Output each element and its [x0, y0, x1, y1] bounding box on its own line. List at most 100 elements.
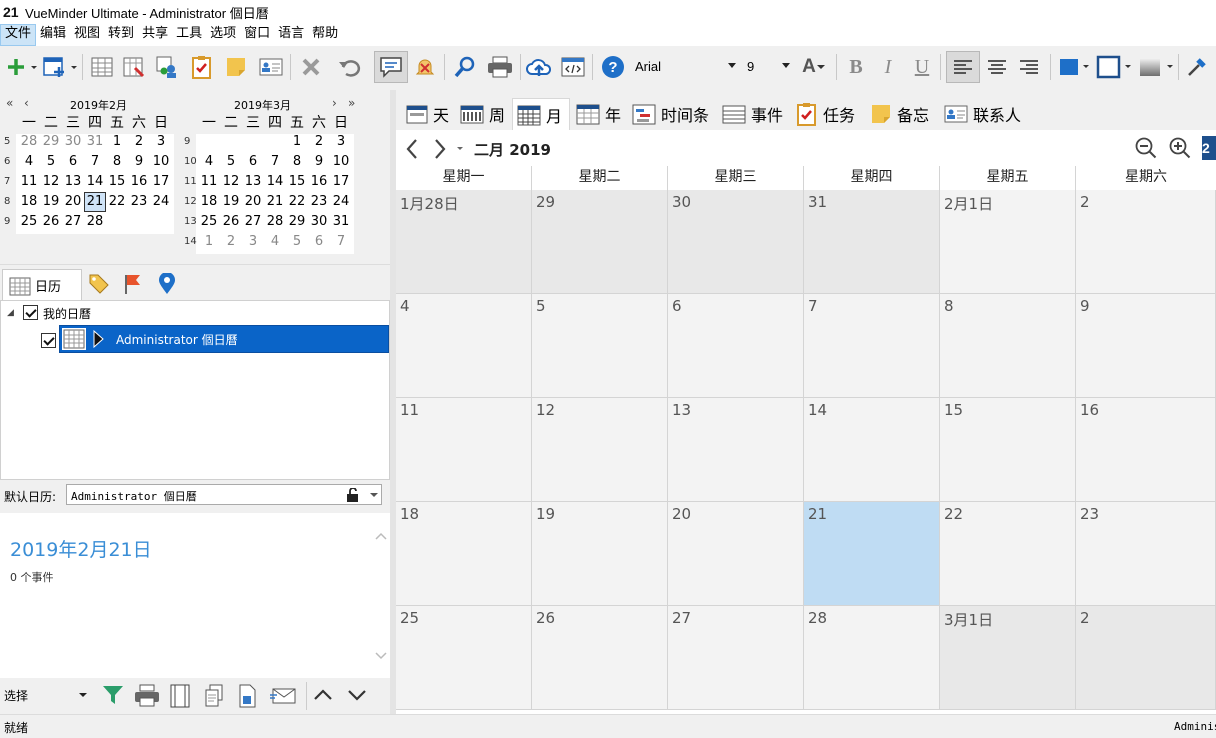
mini-calendar-day[interactable]: 28	[264, 212, 286, 232]
mini-calendar-day[interactable]: 8	[286, 152, 308, 172]
today-icon[interactable]: 2	[1202, 136, 1216, 160]
day-cell[interactable]: 19	[532, 502, 668, 606]
day-cell[interactable]: 2	[1076, 606, 1216, 710]
mini-calendar-day[interactable]: 3	[330, 132, 352, 152]
mini-calendar-day[interactable]: 13	[62, 172, 84, 192]
mini-calendar-day[interactable]: 1	[198, 232, 220, 252]
mini-calendar-day[interactable]: 1	[286, 132, 308, 152]
day-cell[interactable]: 20	[668, 502, 804, 606]
mini-calendar-day[interactable]: 16	[128, 172, 150, 192]
menu-tools[interactable]: 工具	[172, 24, 206, 46]
mini-calendar-day[interactable]: 31	[330, 212, 352, 232]
align-left-button[interactable]	[946, 51, 980, 83]
mini-calendar-day[interactable]: 24	[150, 192, 172, 212]
mini-calendar-day[interactable]: 26	[40, 212, 62, 232]
publish-button[interactable]	[524, 51, 554, 83]
align-center-button[interactable]	[982, 51, 1012, 83]
day-cell[interactable]: 5	[532, 294, 668, 398]
mini-calendar-day[interactable]: 20	[242, 192, 264, 212]
underline-button[interactable]: U	[908, 51, 936, 83]
day-cell[interactable]: 31	[804, 190, 940, 294]
zoom-in-icon[interactable]	[1168, 136, 1192, 160]
align-right-button[interactable]	[1014, 51, 1044, 83]
day-cell[interactable]: 9	[1076, 294, 1216, 398]
mini-calendar-day[interactable]: 4	[264, 232, 286, 252]
menu-options[interactable]: 选项	[206, 24, 240, 46]
day-cell[interactable]: 28	[804, 606, 940, 710]
tooltip-toggle-button[interactable]	[374, 51, 408, 83]
menu-edit[interactable]: 编辑	[36, 24, 70, 46]
day-cell[interactable]: 4	[396, 294, 532, 398]
day-cell[interactable]: 13	[668, 398, 804, 502]
copy-button[interactable]	[204, 684, 224, 711]
tab-categories[interactable]	[88, 273, 110, 298]
mini-calendar-day[interactable]: 27	[62, 212, 84, 232]
tab-tasks[interactable]: 任务	[792, 98, 858, 130]
day-cell[interactable]: 16	[1076, 398, 1216, 502]
mini-calendar-day[interactable]: 22	[286, 192, 308, 212]
mini-calendar-day[interactable]: 24	[330, 192, 352, 212]
mini-calendar-day[interactable]: 1	[106, 132, 128, 152]
mini-calendar-day[interactable]: 7	[264, 152, 286, 172]
mini-calendar-day[interactable]: 22	[106, 192, 128, 212]
day-cell[interactable]: 6	[668, 294, 804, 398]
mini-calendar-day[interactable]: 25	[198, 212, 220, 232]
mini-calendar-day[interactable]: 15	[286, 172, 308, 192]
day-cell[interactable]: 23	[1076, 502, 1216, 606]
menu-file[interactable]: 文件	[0, 24, 37, 46]
detail-print-button[interactable]	[134, 684, 160, 711]
mini-calendar-day[interactable]: 11	[18, 172, 40, 192]
tab-year[interactable]: 年	[572, 98, 628, 130]
day-cell[interactable]: 11	[396, 398, 532, 502]
tab-flags[interactable]	[122, 273, 144, 298]
mini-calendar-day[interactable]: 21	[84, 192, 106, 212]
mini-calendar-day[interactable]: 31	[84, 132, 106, 152]
mini-calendar-day[interactable]: 3	[150, 132, 172, 152]
menu-goto[interactable]: 转到	[104, 24, 138, 46]
html-export-button[interactable]	[558, 51, 588, 83]
menu-share[interactable]: 共享	[138, 24, 172, 46]
day-cell[interactable]: 18	[396, 502, 532, 606]
detail-scrollbar[interactable]	[372, 527, 390, 667]
default-calendar-select[interactable]: Administrator 個日曆	[66, 484, 382, 505]
delete-button[interactable]	[296, 51, 326, 83]
contact-button[interactable]	[256, 51, 286, 83]
mini-calendar-day[interactable]: 26	[220, 212, 242, 232]
mini-calendar-day[interactable]: 3	[242, 232, 264, 252]
tree-item-admin-calendar[interactable]: Administrator 個日曆	[59, 325, 389, 353]
next-period-icon[interactable]	[432, 138, 448, 160]
filter-button[interactable]	[102, 684, 124, 709]
day-cell[interactable]: 15	[940, 398, 1076, 502]
tab-contacts[interactable]: 联系人	[940, 98, 1026, 130]
day-cell[interactable]: 2月1日	[940, 190, 1076, 294]
mini-calendar-day[interactable]: 14	[84, 172, 106, 192]
mini-calendar-day[interactable]: 17	[150, 172, 172, 192]
tab-calendars[interactable]: 日历	[2, 269, 82, 301]
mini-calendar-day[interactable]: 25	[18, 212, 40, 232]
admin-calendar-checkbox[interactable]	[41, 333, 56, 348]
mini-calendar-day[interactable]: 29	[286, 212, 308, 232]
mini-calendar-day[interactable]: 20	[62, 192, 84, 212]
mini-calendar-day[interactable]: 10	[150, 152, 172, 172]
mini-calendar-day[interactable]: 30	[308, 212, 330, 232]
tab-locations[interactable]	[156, 272, 178, 298]
help-button[interactable]: ?	[598, 51, 628, 83]
tab-events[interactable]: 事件	[718, 98, 790, 130]
fill-color-button[interactable]	[1056, 51, 1092, 83]
my-calendars-checkbox[interactable]	[23, 305, 38, 320]
font-color-button[interactable]: A	[796, 51, 832, 83]
day-cell[interactable]: 26	[532, 606, 668, 710]
email-button[interactable]	[270, 686, 298, 709]
mini-calendar-day[interactable]: 4	[18, 152, 40, 172]
next-month-icon[interactable]: ›	[332, 96, 337, 110]
mini-calendar-day[interactable]: 29	[40, 132, 62, 152]
tab-timeline[interactable]: 时间条	[628, 98, 718, 130]
mini-calendar-day[interactable]: 6	[62, 152, 84, 172]
task-button[interactable]	[188, 51, 216, 83]
mini-calendar-day[interactable]: 5	[40, 152, 62, 172]
mini-calendar-day[interactable]: 18	[198, 192, 220, 212]
mini-calendar-day[interactable]: 19	[40, 192, 62, 212]
new-item-button[interactable]	[4, 51, 40, 83]
mini-calendar-day[interactable]: 11	[198, 172, 220, 192]
gradient-button[interactable]	[1136, 51, 1176, 83]
